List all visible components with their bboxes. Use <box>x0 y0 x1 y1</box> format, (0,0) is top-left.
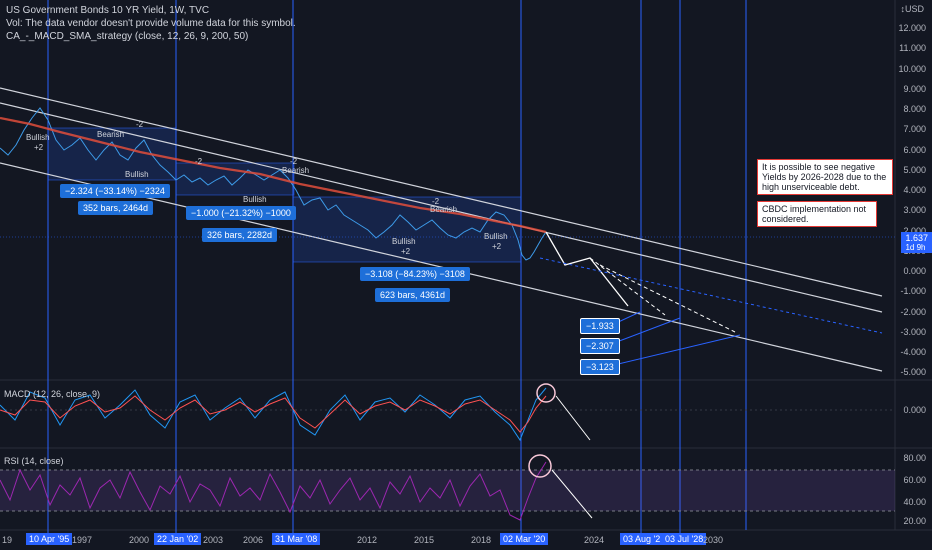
rsi-axis-80: 80.00 <box>903 453 926 463</box>
measure-2-bars[interactable]: 326 bars, 2282d <box>202 228 278 242</box>
time-label-2018: 2018 <box>471 535 492 545</box>
note-cbdc[interactable]: CBDC implementation not considered. <box>757 201 877 227</box>
signal-bullish-5: Bullish <box>484 232 508 241</box>
price-axis-label: -1.000 <box>900 286 926 297</box>
target-3[interactable]: −3.123 <box>580 359 620 375</box>
signal-bullish-4: Bullish <box>392 237 416 246</box>
target-2[interactable]: −2.307 <box>580 338 620 354</box>
price-axis-label: 6.000 <box>903 144 926 155</box>
rsi-band <box>0 470 895 511</box>
rsi-title[interactable]: RSI (14, close) <box>4 456 64 466</box>
time-highlight-2008: 31 Mar '08 <box>272 533 321 545</box>
price-axis-label: -4.000 <box>900 347 926 357</box>
time-label-partial: 19 <box>2 535 13 545</box>
signal-bullish-3: Bullish <box>243 195 267 204</box>
macd-highlight-circle <box>536 383 556 403</box>
chart-header: US Government Bonds 10 YR Yield, 1W, TVC… <box>6 4 296 43</box>
price-axis-label: 9.000 <box>903 83 926 94</box>
signal-plus2-2: +2 <box>401 247 411 256</box>
measure-1-bars[interactable]: 352 bars, 2464d <box>78 201 154 215</box>
time-highlight-1995: 10 Apr '95 <box>26 533 73 545</box>
time-highlight-2002: 22 Jan '02 <box>154 533 202 545</box>
time-highlight-2020: 02 Mar '20 <box>500 533 549 545</box>
measure-1-range[interactable]: −2.324 (−33.14%) −2324 <box>60 184 170 198</box>
time-label-2030: 2030 <box>703 535 724 545</box>
macd-axis-label: 0.000 <box>903 405 926 415</box>
target-1[interactable]: −1.933 <box>580 318 620 334</box>
time-highlight-aug: 03 Aug '2 <box>620 533 664 545</box>
currency-label[interactable]: ↕USD <box>900 4 924 14</box>
signal-plus2-3: +2 <box>492 242 502 251</box>
time-label-2006: 2006 <box>243 535 264 545</box>
signal-bullish-1: Bullish <box>26 133 50 142</box>
signal-minus2-2: -2 <box>195 157 203 166</box>
price-axis-label: -2.000 <box>900 306 926 317</box>
price-axis-label: -5.000 <box>900 367 926 378</box>
signal-bearish-1: Bearish <box>97 130 125 139</box>
note-negative-yields[interactable]: It is possible to see negative Yields by… <box>757 159 893 195</box>
time-label-2024: 2024 <box>584 535 605 545</box>
time-label-2003: 2003 <box>203 535 224 545</box>
price-axis-label: 12.000 <box>898 23 926 33</box>
symbol-line[interactable]: US Government Bonds 10 YR Yield, 1W, TVC <box>6 4 296 17</box>
current-price-countdown: 1d 9h <box>905 243 926 252</box>
price-axis-label: 11.000 <box>899 43 926 54</box>
price-axis-label: -3.000 <box>900 326 926 337</box>
signal-bearish-2: Bearish <box>282 166 310 175</box>
price-axis-label: 7.000 <box>903 124 926 135</box>
price-axis-label: 10.000 <box>898 63 926 74</box>
rsi-axis-20: 20.00 <box>903 516 926 526</box>
volume-line: Vol: The data vendor doesn't provide vol… <box>6 18 296 29</box>
price-axis-label: 3.000 <box>903 205 926 216</box>
measure-2-range[interactable]: −1.000 (−21.32%) −1000 <box>186 206 296 220</box>
strategy-line[interactable]: CA_-_MACD_SMA_strategy (close, 12, 26, 9… <box>6 30 296 43</box>
macd-title[interactable]: MACD (12, 26, close, 9) <box>4 389 100 399</box>
measure-3-bars[interactable]: 623 bars, 4361d <box>375 288 451 302</box>
price-axis-label: 4.000 <box>903 185 926 195</box>
measure-3-range[interactable]: −3.108 (−84.23%) −3108 <box>360 267 470 281</box>
time-label-1997: 1997 <box>72 535 93 545</box>
signal-bullish-2: Bullish <box>125 170 149 179</box>
current-price-value: 1.637 <box>905 233 928 243</box>
signal-minus2-1: -2 <box>136 120 144 129</box>
time-highlight-2028: 03 Jul '28 <box>662 533 707 545</box>
price-axis-label: 8.000 <box>903 104 926 114</box>
time-label-2000: 2000 <box>129 535 150 545</box>
rsi-axis-40: 40.00 <box>903 497 926 507</box>
rsi-axis-60: 60.00 <box>903 475 926 485</box>
price-axis-label: 5.000 <box>903 164 926 175</box>
signal-minus2-3: -2 <box>290 157 298 166</box>
time-label-2012: 2012 <box>357 535 378 545</box>
macd-arrow <box>555 395 591 441</box>
signal-plus2-1: +2 <box>34 143 44 152</box>
signal-bearish-3: Bearish <box>430 205 458 214</box>
price-axis-label: 0.000 <box>903 266 926 276</box>
time-label-2015: 2015 <box>414 535 435 545</box>
current-price-tag: 1.637 1d 9h <box>901 232 932 253</box>
